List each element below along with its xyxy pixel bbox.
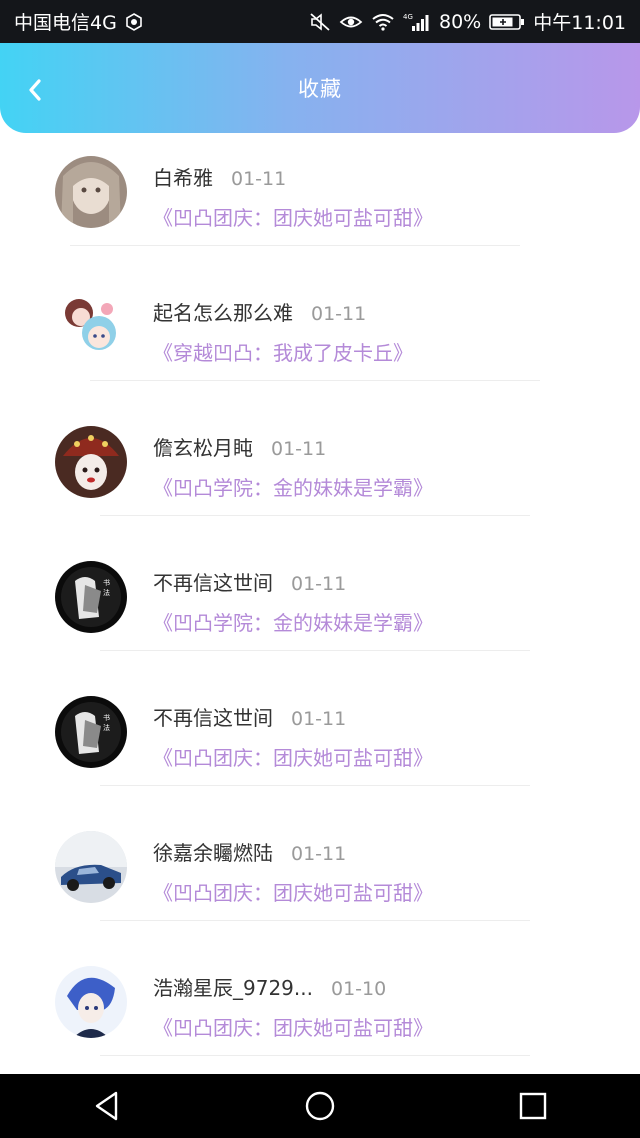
avatar[interactable] [55, 426, 127, 498]
status-bar: 中国电信4G 4G 80% 中午11:01 [0, 0, 640, 43]
back-button[interactable] [18, 73, 52, 107]
system-nav-bar [0, 1074, 640, 1138]
divider [100, 785, 530, 786]
circle-home-icon [305, 1091, 335, 1121]
avatar[interactable] [55, 831, 127, 903]
post-title[interactable]: 《凹凸团庆：团庆她可盐可甜》 [153, 742, 433, 771]
list-item[interactable]: 书法 不再信这世间 01-11 《凹凸学院：金的妹妹是学霸》 [0, 551, 640, 651]
battery-percent: 80% [439, 10, 482, 33]
user-name[interactable]: 儋玄松月盹 [153, 432, 253, 461]
post-date: 01-11 [311, 303, 367, 325]
avatar[interactable] [55, 966, 127, 1038]
user-name[interactable]: 白希雅 [153, 162, 213, 191]
post-date: 01-11 [291, 843, 347, 865]
list-item[interactable]: 徐嘉余矚燃陆 01-11 《凹凸团庆：团庆她可盐可甜》 [0, 821, 640, 921]
divider [100, 920, 530, 921]
user-name[interactable]: 徐嘉余矚燃陆 [153, 837, 273, 866]
divider [70, 245, 520, 246]
user-name[interactable]: 浩瀚星辰_9729... [153, 972, 313, 1001]
chevron-left-icon [29, 79, 41, 101]
hd-icon [125, 12, 143, 31]
avatar[interactable]: 书法 [55, 696, 127, 768]
post-title[interactable]: 《凹凸学院：金的妹妹是学霸》 [153, 472, 433, 501]
divider [100, 515, 530, 516]
mute-icon [309, 12, 331, 32]
avatar[interactable] [55, 291, 127, 363]
battery-icon [489, 13, 525, 31]
post-title[interactable]: 《凹凸团庆：团庆她可盐可甜》 [153, 202, 433, 231]
svg-text:4G: 4G [403, 13, 413, 21]
square-recents-icon [520, 1092, 547, 1120]
list-item[interactable]: 起名怎么那么难 01-11 《穿越凹凸：我成了皮卡丘》 [0, 281, 640, 381]
post-title[interactable]: 《凹凸团庆：团庆她可盐可甜》 [153, 1012, 433, 1041]
divider [100, 650, 530, 651]
post-date: 01-11 [231, 168, 287, 190]
eye-comfort-icon [339, 13, 363, 31]
post-date: 01-10 [330, 978, 387, 1000]
avatar[interactable] [55, 156, 127, 228]
nav-home-button[interactable] [290, 1076, 350, 1136]
divider [90, 380, 540, 381]
avatar[interactable]: 书法 [55, 561, 127, 633]
svg-text:书: 书 [103, 578, 110, 587]
nav-recents-button[interactable] [503, 1076, 563, 1136]
post-date: 01-11 [271, 438, 327, 460]
user-name[interactable]: 起名怎么那么难 [153, 297, 293, 326]
wifi-icon [371, 13, 395, 31]
svg-text:法: 法 [103, 588, 110, 597]
clock: 中午11:01 [533, 12, 626, 34]
user-name[interactable]: 不再信这世间 [153, 702, 273, 731]
svg-text:书: 书 [103, 713, 110, 722]
carrier-label: 中国电信4G [14, 12, 117, 34]
triangle-back-icon [95, 1091, 117, 1121]
divider [100, 1055, 530, 1056]
post-date: 01-11 [291, 573, 347, 595]
svg-text:法: 法 [103, 723, 110, 732]
favorites-list[interactable]: 白希雅 01-11 《凹凸团庆：团庆她可盐可甜》 起名怎么那么难 01-11 《… [0, 146, 640, 1074]
list-item[interactable]: 书法 不再信这世间 01-11 《凹凸团庆：团庆她可盐可甜》 [0, 686, 640, 786]
nav-back-button[interactable] [77, 1076, 137, 1136]
user-name[interactable]: 不再信这世间 [153, 567, 273, 596]
post-title[interactable]: 《凹凸学院：金的妹妹是学霸》 [153, 607, 433, 636]
post-title[interactable]: 《凹凸团庆：团庆她可盐可甜》 [153, 877, 433, 906]
signal-icon: 4G [403, 12, 431, 32]
post-title[interactable]: 《穿越凹凸：我成了皮卡丘》 [153, 337, 413, 366]
list-item[interactable]: 浩瀚星辰_9729... 01-10 《凹凸团庆：团庆她可盐可甜》 [0, 956, 640, 1056]
post-date: 01-11 [291, 708, 347, 730]
app-header: 收藏 [0, 43, 640, 133]
list-item[interactable]: 儋玄松月盹 01-11 《凹凸学院：金的妹妹是学霸》 [0, 416, 640, 516]
page-title: 收藏 [298, 77, 342, 101]
list-item[interactable]: 白希雅 01-11 《凹凸团庆：团庆她可盐可甜》 [0, 146, 640, 246]
